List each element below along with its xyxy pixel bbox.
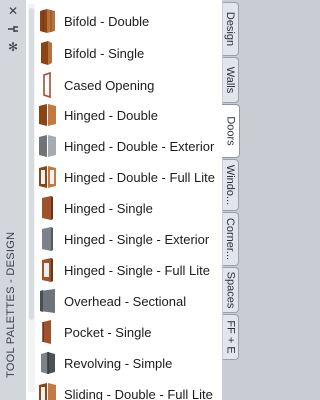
tool-label: Hinged - Single - Exterior bbox=[64, 231, 210, 247]
tool-label: Hinged - Single - Full Lite bbox=[64, 262, 210, 278]
hinged-single-door-icon bbox=[38, 195, 58, 221]
tab-windows[interactable]: Windo... bbox=[223, 159, 239, 211]
hinged-double-full-lite-door-icon bbox=[38, 164, 58, 190]
sliding-double-full-lite-door-icon bbox=[38, 381, 58, 400]
tool-label: Cased Opening bbox=[64, 77, 155, 93]
tool-item-hinged-single-full-lite[interactable]: Hinged - Single - Full Lite bbox=[38, 256, 220, 284]
tool-label: Pocket - Single bbox=[64, 324, 152, 340]
hinged-double-exterior-door-icon bbox=[38, 133, 58, 159]
tab-ff-e[interactable]: FF + E bbox=[223, 314, 239, 360]
palette-title: TOOL PALETTES - DESIGN bbox=[5, 231, 17, 378]
bifold-double-door-icon bbox=[38, 8, 58, 34]
tool-item-hinged-single-exterior[interactable]: Hinged - Single - Exterior bbox=[38, 225, 220, 253]
tool-label: Overhead - Sectional bbox=[64, 293, 187, 309]
tool-item-pocket-single[interactable]: Pocket - Single bbox=[38, 318, 220, 346]
auto-hide-icon[interactable] bbox=[4, 22, 22, 36]
tab-label: Windo... bbox=[224, 164, 237, 206]
tab-walls[interactable]: Walls bbox=[223, 57, 239, 103]
tool-item-overhead-sectional[interactable]: Overhead - Sectional bbox=[38, 287, 220, 315]
tool-label: Hinged - Double bbox=[64, 107, 158, 123]
properties-icon[interactable]: ✻ bbox=[4, 40, 22, 54]
pocket-single-door-icon bbox=[38, 319, 58, 345]
bifold-single-door-icon bbox=[38, 40, 58, 66]
palette-tab-column: Design Walls Doors Windo... Corner... Sp… bbox=[222, 0, 240, 400]
tab-label: Doors bbox=[224, 116, 237, 146]
hinged-single-exterior-door-icon bbox=[38, 226, 58, 252]
tab-label: Corner... bbox=[224, 217, 237, 261]
tool-label: Hinged - Double - Exterior bbox=[64, 138, 215, 154]
tool-item-hinged-double[interactable]: Hinged - Double bbox=[38, 101, 220, 129]
tab-label: Walls bbox=[224, 66, 237, 94]
tool-label: Revolving - Simple bbox=[64, 355, 173, 371]
revolving-door-icon bbox=[38, 350, 58, 376]
tool-label: Hinged - Single bbox=[64, 200, 153, 216]
tool-item-bifold-single[interactable]: Bifold - Single bbox=[38, 39, 220, 67]
tool-item-hinged-double-full-lite[interactable]: Hinged - Double - Full Lite bbox=[38, 163, 220, 191]
hinged-single-full-lite-door-icon bbox=[38, 257, 58, 283]
cased-opening-icon bbox=[38, 71, 58, 99]
tab-corner[interactable]: Corner... bbox=[223, 212, 239, 266]
tab-spaces[interactable]: Spaces bbox=[223, 267, 239, 313]
tool-item-revolving-simple[interactable]: Revolving - Simple bbox=[38, 349, 220, 377]
tool-item-bifold-double[interactable]: Bifold - Double bbox=[38, 7, 220, 35]
tab-doors[interactable]: Doors bbox=[222, 104, 240, 158]
tab-label: Spaces bbox=[224, 271, 237, 309]
tool-label: Bifold - Double bbox=[64, 13, 150, 29]
tool-label: Hinged - Double - Full Lite bbox=[64, 169, 216, 185]
palette-title-strip: ✕ ✻ TOOL PALETTES - DESIGN bbox=[0, 0, 27, 400]
tab-label: Design bbox=[224, 11, 237, 47]
tool-label: Bifold - Single bbox=[64, 45, 145, 61]
tool-item-sliding-double-full-lite[interactable]: Sliding - Double - Full Lite bbox=[38, 380, 220, 400]
close-icon[interactable]: ✕ bbox=[4, 4, 22, 18]
overhead-sectional-door-icon bbox=[38, 288, 58, 314]
tab-design[interactable]: Design bbox=[223, 2, 239, 56]
palette-content: Bifold - Double Bifold - Single Cased Op… bbox=[26, 0, 223, 400]
tool-item-cased-opening[interactable]: Cased Opening bbox=[38, 71, 220, 99]
tab-label: FF + E bbox=[224, 320, 237, 354]
tool-item-hinged-double-exterior[interactable]: Hinged - Double - Exterior bbox=[38, 132, 220, 160]
tool-item-hinged-single[interactable]: Hinged - Single bbox=[38, 194, 220, 222]
hinged-double-door-icon bbox=[38, 102, 58, 128]
scrollbar-thumb[interactable] bbox=[29, 8, 34, 320]
tool-label: Sliding - Double - Full Lite bbox=[64, 386, 213, 400]
